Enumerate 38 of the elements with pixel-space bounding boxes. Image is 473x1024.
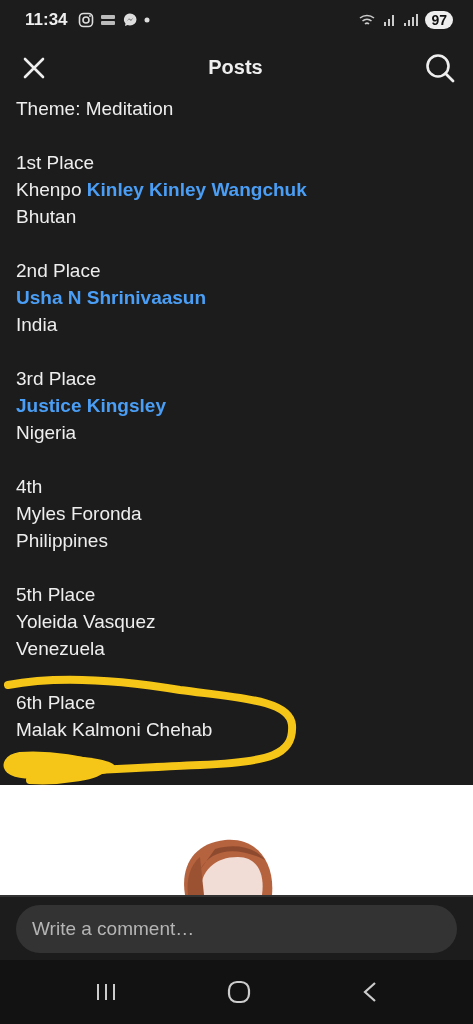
post-text: 6th Place [16,691,97,715]
profile-link[interactable]: Justice Kingsley [16,395,166,416]
post-text: 5th Place [16,583,97,607]
app-icon [99,14,116,26]
post-text: Theme: Meditation [16,97,175,121]
chat-bubble-icon [121,12,138,28]
profile-link[interactable]: Usha N Shrinivaasun [16,287,207,308]
post-text: Myles Foronda [16,503,142,524]
post-text: Khenpo [16,179,82,200]
post-text: 4th [16,475,44,499]
post-text: Venezuela [16,637,106,661]
post-text: 1st Place [16,151,96,175]
post-text: Bhutan [16,205,78,229]
post-text: Yoleida Vasquez [16,611,156,632]
post-text: India [16,313,59,337]
post-text: Malak Kalmoni Chehab [16,719,213,740]
post-text: Nigeria [16,421,78,445]
dot-icon [143,17,150,23]
profile-link[interactable]: Kinley Kinley Wangchuk [86,179,307,200]
page-title: Posts [208,56,263,79]
status-time: 11:34 [25,10,68,30]
back-icon [361,981,378,1003]
post-text: 2nd Place [16,259,102,283]
home-icon [227,980,252,1004]
back-button[interactable] [361,981,378,1003]
battery-level: 97 [425,11,453,29]
signal-icon [403,13,420,27]
close-button[interactable] [22,55,46,80]
search-icon [425,52,455,83]
home-button[interactable] [227,980,252,1004]
search-button[interactable] [425,52,455,83]
post-text: Philippines [16,529,109,553]
recent-apps-button[interactable] [95,982,118,1002]
recent-apps-icon [95,982,118,1002]
camera-icon [77,12,94,28]
comment-field[interactable]: Write a comment… [16,904,457,953]
post-text: 3rd Place [16,367,98,391]
close-icon [22,55,46,80]
